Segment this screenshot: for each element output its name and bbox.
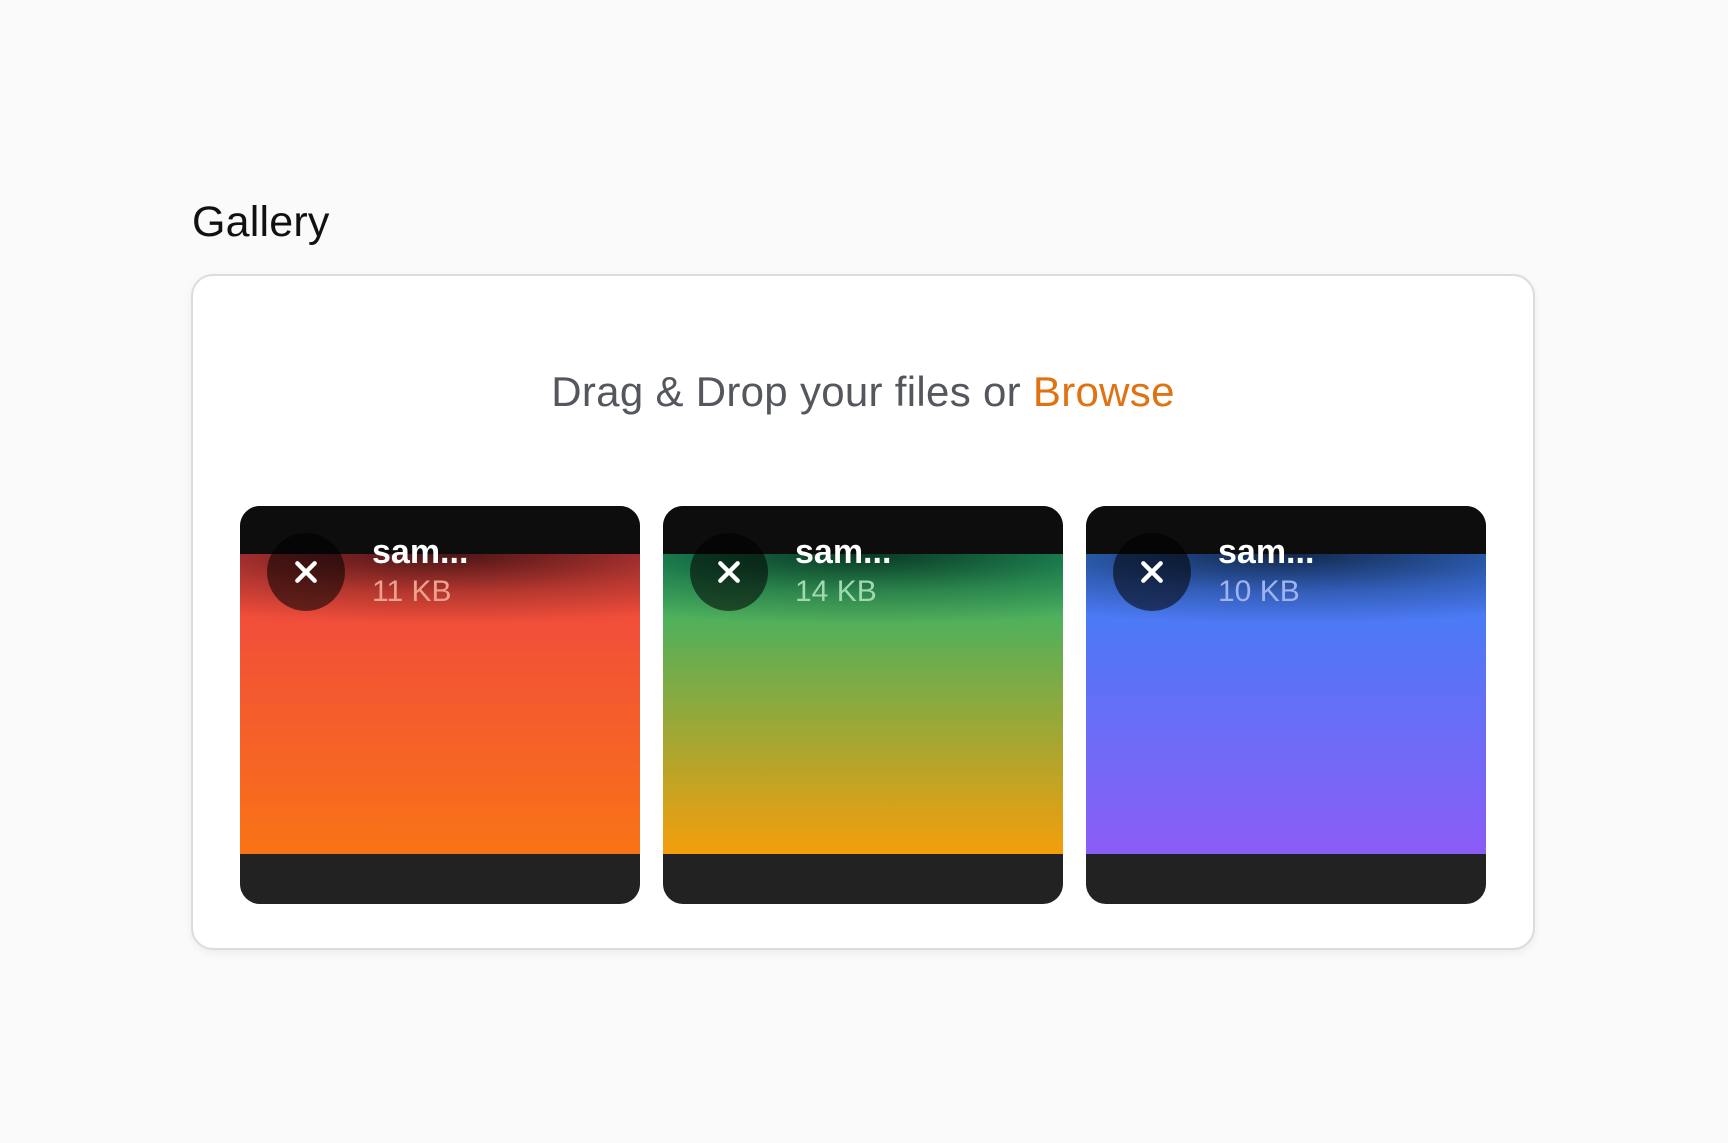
remove-file-button[interactable] [1113,533,1191,611]
remove-file-button[interactable] [267,533,345,611]
file-name: sam... [795,533,892,571]
file-size: 14 KB [795,575,877,608]
drop-instructions: Drag & Drop your files or Browse [193,366,1533,418]
file-size: 11 KB [372,575,452,608]
close-icon [718,561,740,583]
file-size: 10 KB [1218,575,1300,608]
file-item: sam... 10 KB [1086,506,1486,904]
file-item: sam... 11 KB [240,506,640,904]
file-drop-zone[interactable]: Drag & Drop your files or Browse sam... … [191,274,1535,950]
file-list: sam... 11 KB sam... 14 KB sam... 10 KB [240,506,1486,904]
close-icon [1141,561,1163,583]
file-item: sam... 14 KB [663,506,1063,904]
file-name: sam... [372,533,469,571]
browse-link[interactable]: Browse [1033,368,1175,415]
file-name: sam... [1218,533,1315,571]
drop-text: Drag & Drop your files or [551,368,1033,415]
remove-file-button[interactable] [690,533,768,611]
close-icon [295,561,317,583]
gallery-label: Gallery [192,198,330,246]
